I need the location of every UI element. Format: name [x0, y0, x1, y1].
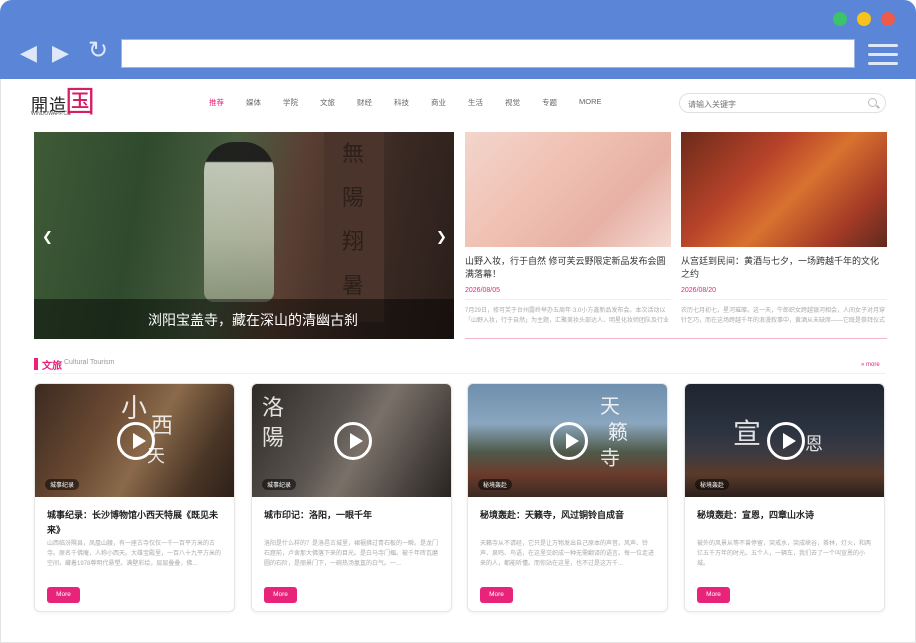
nav-item-visual[interactable]: 视觉: [505, 97, 520, 108]
news-image[interactable]: [465, 132, 671, 247]
news-image[interactable]: [681, 132, 887, 247]
section-more-link[interactable]: » more: [861, 362, 880, 368]
video-card[interactable]: 洛 陽 城事纪录 城市印记：洛阳，一眼千年 洛阳是什么样的？是洛邑古城里，裙裾拂…: [251, 383, 452, 612]
nav-item-tech[interactable]: 科技: [394, 97, 409, 108]
hero-caption: 浏阳宝盖寺，藏在深山的清幽古刹: [148, 312, 358, 328]
reload-icon[interactable]: ↻: [88, 39, 108, 63]
divider: [465, 299, 671, 300]
window-maximize-dot[interactable]: [833, 12, 847, 26]
card-title[interactable]: 城事纪录：长沙博物馆小西天特展《既见未来》: [47, 508, 225, 538]
address-bar[interactable]: [121, 39, 855, 68]
window-close-dot[interactable]: [881, 12, 895, 26]
play-icon[interactable]: [117, 422, 155, 460]
nav-item-business[interactable]: 商业: [431, 97, 446, 108]
site-logo[interactable]: 開造 WINDOWAPP.CN 国: [31, 85, 95, 121]
search-icon[interactable]: [868, 98, 877, 107]
video-thumbnail[interactable]: 宣 恩 秘境轰赴: [685, 384, 884, 497]
hero-carousel[interactable]: 無 陽 翔 暑 ❮ ❯ 浏阳宝盖寺，藏在深山的清幽古刹: [34, 132, 454, 339]
nav-item-finance[interactable]: 财经: [357, 97, 372, 108]
card-desc: 天籁寺从不请经，它只是让万物发出自己原本的声音。风声、铃声、泉鸣、鸟语，在这里交…: [480, 541, 655, 567]
video-card[interactable]: 小 西 天 城事纪录 城事纪录：长沙博物馆小西天特展《既见未来》 山西临汾隰县，…: [34, 383, 235, 612]
card-desc: 洛阳是什么样的？是洛邑古城里，裙裾拂过青石板的一瞬。是龙门石窟前，卢舍那大佛落下…: [264, 541, 439, 567]
nav-item-more[interactable]: MORE: [579, 97, 602, 108]
news-date: 2026/08/20: [681, 287, 717, 294]
nav-item-culture-tourism[interactable]: 文旅: [320, 97, 335, 108]
play-icon[interactable]: [550, 422, 588, 460]
sign-char: 無: [342, 141, 365, 166]
video-thumbnail[interactable]: 小 西 天 城事纪录: [35, 384, 234, 497]
thumb-text: 寺: [600, 448, 620, 470]
thumb-text: 天: [600, 396, 620, 418]
news-card[interactable]: 山野入妆，行于自然 修可芙云野限定新品发布会圆满落幕！ 2026/08/05 7…: [465, 132, 671, 326]
more-button[interactable]: More: [697, 587, 730, 603]
news-date: 2026/08/05: [465, 287, 501, 294]
thumb-text: 陽: [262, 425, 285, 450]
thumb-text: 洛: [262, 395, 285, 420]
nav-item-media[interactable]: 媒体: [246, 97, 261, 108]
hero-caption-bar: 浏阳宝盖寺，藏在深山的清幽古刹: [34, 299, 454, 339]
carousel-next-icon[interactable]: ❯: [436, 229, 447, 245]
news-desc: 7月29日，修可芙于台州露岭举办五周年·3.0小方鑫新品发布会。本次活动以「山野…: [465, 308, 670, 324]
news-card[interactable]: 从宫廷到民间：黄酒与七夕，一场跨越千年的文化之约 2026/08/20 农历七月…: [681, 132, 887, 326]
card-title[interactable]: 城市印记：洛阳，一眼千年: [264, 508, 442, 523]
sign-char: 暑: [342, 273, 365, 298]
main-nav: 推荐 媒体 学院 文旅 财经 科技 商业 生活 视觉 专题 MORE: [209, 97, 624, 108]
nav-item-life[interactable]: 生活: [468, 97, 483, 108]
video-tag: 城事纪录: [262, 479, 297, 490]
section-bar: [34, 358, 38, 370]
thumb-text: 小: [121, 394, 148, 423]
more-button[interactable]: More: [264, 587, 297, 603]
video-card[interactable]: 宣 恩 秘境轰赴 秘境轰赴：宣恩，四章山水诗 被外的风景从等不曾停留，突戒水，突…: [684, 383, 885, 612]
web-page: 開造 WINDOWAPP.CN 国 推荐 媒体 学院 文旅 财经 科技 商业 生…: [0, 79, 916, 643]
browser-chrome: ◀ ▶ ↻: [0, 0, 916, 79]
card-title[interactable]: 秘境轰赴：天籁寺，风过铜铃自成音: [480, 508, 658, 523]
card-title[interactable]: 秘境轰赴：宣恩，四章山水诗: [697, 508, 875, 523]
window-minimize-dot[interactable]: [857, 12, 871, 26]
divider: [34, 373, 886, 374]
more-button[interactable]: More: [47, 587, 80, 603]
video-card[interactable]: 天 籁 寺 秘境轰赴 秘境轰赴：天籁寺，风过铜铃自成音 天籁寺从不请经，它只是让…: [467, 383, 668, 612]
hero-figure: [204, 142, 274, 302]
video-tag: 城事纪录: [45, 479, 80, 490]
thumb-text: 恩: [805, 434, 823, 454]
sign-char: 陽: [342, 185, 365, 210]
forward-arrow-icon[interactable]: ▶: [52, 42, 69, 64]
news-title[interactable]: 从宫廷到民间：黄酒与七夕，一场跨越千年的文化之约: [681, 255, 887, 282]
logo-mark-icon: 国: [65, 86, 95, 119]
video-thumbnail[interactable]: 洛 陽 城事纪录: [252, 384, 451, 497]
browser-window: ◀ ▶ ↻ 開造 WINDOWAPP.CN 国 推荐 媒体 学院 文旅 财经 科…: [0, 0, 916, 643]
nav-item-academy[interactable]: 学院: [283, 97, 298, 108]
search-box: [679, 93, 886, 113]
video-tag: 秘境轰赴: [478, 479, 513, 490]
video-tag: 秘境轰赴: [695, 479, 730, 490]
card-desc: 被外的风景从等不曾停留，突戒水，突成峡谷，茶林，灯火，和两亿五千万年的时光。五个…: [697, 541, 872, 567]
section-title: 文旅: [42, 361, 62, 372]
divider: [465, 338, 887, 339]
hero-sign: 無 陽 翔 暑: [324, 132, 384, 322]
thumb-text: 籁: [608, 422, 628, 444]
thumb-text: 宣: [733, 419, 762, 450]
nav-item-topics[interactable]: 专题: [542, 97, 557, 108]
back-arrow-icon[interactable]: ◀: [20, 42, 37, 64]
card-desc: 山西临汾隰县，凤凰山腰，有一座古寺仅仅一千一百平方米的古寺。原名千佛庵，人称小西…: [47, 541, 222, 567]
more-button[interactable]: More: [480, 587, 513, 603]
nav-item-recommend[interactable]: 推荐: [209, 97, 224, 108]
sign-char: 翔: [342, 229, 365, 254]
news-desc: 农历七月初七，星河璀璨。这一天，牛郎织女跨越银河相会，人间女子对月穿针乞巧，而在…: [681, 308, 886, 324]
hamburger-menu-icon[interactable]: [868, 44, 898, 66]
news-title[interactable]: 山野入妆，行于自然 修可芙云野限定新品发布会圆满落幕！: [465, 255, 671, 282]
play-icon[interactable]: [767, 422, 805, 460]
video-thumbnail[interactable]: 天 籁 寺 秘境轰赴: [468, 384, 667, 497]
divider: [681, 299, 887, 300]
play-icon[interactable]: [334, 422, 372, 460]
carousel-prev-icon[interactable]: ❮: [42, 229, 53, 245]
section-subtitle: Cultural Tourism: [64, 359, 115, 366]
search-input[interactable]: [686, 97, 860, 111]
